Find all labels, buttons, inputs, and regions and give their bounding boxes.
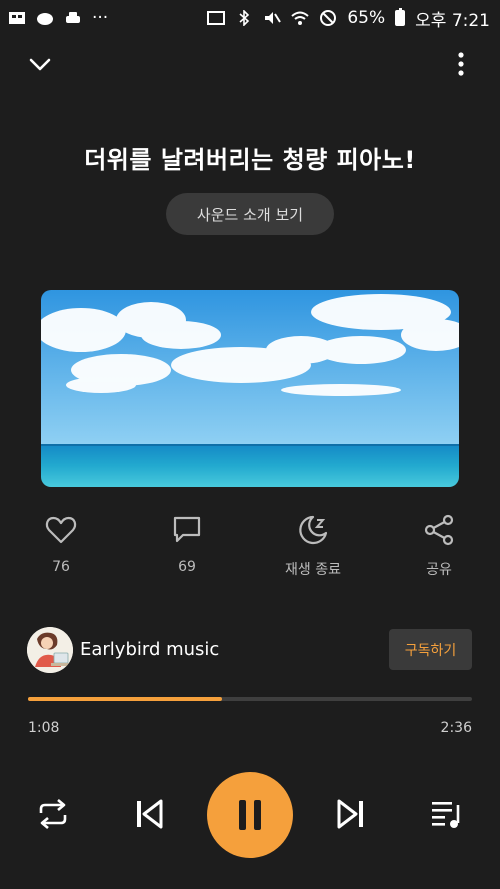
album-artwork	[41, 290, 459, 487]
playlist-icon[interactable]	[429, 797, 465, 831]
sleep-timer-label: 재생 종료	[285, 562, 341, 578]
sleep-timer-button[interactable]: 재생 종료	[263, 513, 363, 579]
like-count: 76	[52, 559, 70, 575]
cast-icon	[207, 11, 226, 25]
wifi-icon	[291, 11, 310, 25]
collapse-chevron-icon[interactable]	[26, 50, 54, 78]
sound-intro-button[interactable]: 사운드 소개 보기	[166, 193, 334, 235]
cloud-app-icon	[37, 13, 53, 25]
previous-track-icon[interactable]	[132, 796, 166, 832]
bluetooth-icon	[239, 10, 250, 26]
more-notifications: ···	[92, 8, 109, 28]
share-label: 공유	[426, 562, 452, 578]
more-options-icon[interactable]	[449, 50, 473, 78]
progress-fill	[28, 697, 222, 701]
pause-button[interactable]	[207, 772, 293, 858]
notification-icon	[9, 12, 25, 24]
like-button[interactable]: 76	[11, 513, 111, 575]
car-icon	[66, 12, 80, 23]
mute-icon	[265, 12, 282, 24]
comment-count: 69	[178, 559, 196, 575]
pause-icon	[239, 800, 261, 830]
progress-bar[interactable]	[28, 697, 472, 701]
next-track-icon[interactable]	[334, 796, 368, 832]
channel-row: Earlybird music 구독하기	[27, 627, 473, 673]
current-time: 1:08	[28, 720, 60, 736]
do-not-disturb-icon	[320, 10, 337, 26]
repeat-icon[interactable]	[36, 797, 70, 831]
comment-icon	[173, 516, 201, 543]
clock: 오후 7:21	[415, 10, 490, 31]
channel-name[interactable]: Earlybird music	[80, 639, 219, 660]
channel-avatar[interactable]	[27, 627, 73, 673]
player-top-bar	[0, 44, 500, 84]
sleep-timer-icon	[299, 515, 328, 545]
status-bar: ··· 65% 오후 7:21	[0, 0, 500, 36]
battery-percent: 65%	[347, 8, 386, 28]
subscribe-button[interactable]: 구독하기	[389, 629, 472, 670]
track-title: 더위를 날려버리는 청량 피아노!	[84, 146, 416, 174]
share-button[interactable]: 공유	[389, 513, 489, 579]
action-row: 76 69 재생 종료 공유	[0, 513, 500, 583]
battery-icon	[395, 8, 406, 26]
comment-button[interactable]: 69	[137, 513, 237, 575]
share-icon	[424, 514, 454, 546]
total-time: 2:36	[440, 720, 472, 736]
heart-icon	[45, 516, 77, 544]
